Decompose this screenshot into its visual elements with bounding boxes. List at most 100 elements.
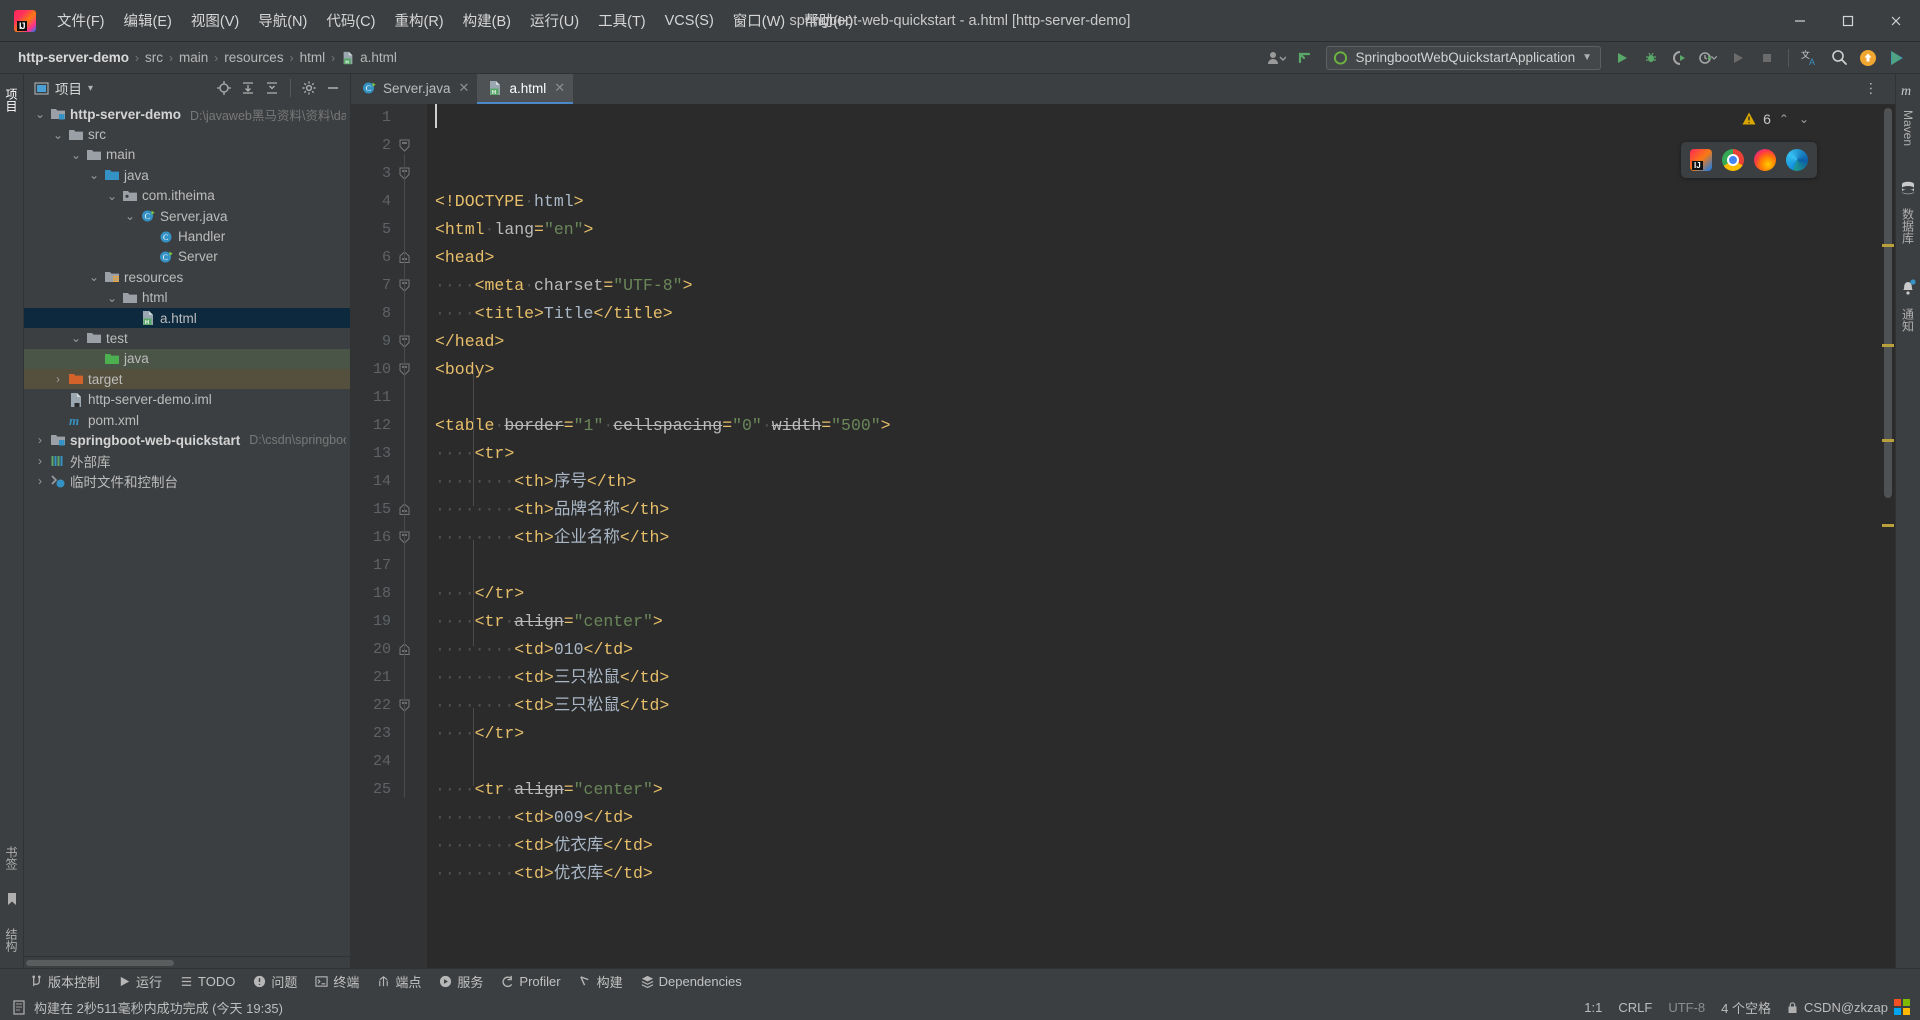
chevron-right-icon[interactable]: › — [52, 372, 64, 386]
code-line[interactable] — [435, 552, 1881, 580]
breadcrumb-item[interactable]: http-server-demo — [14, 49, 133, 66]
code-line[interactable]: ········<td>010</td> — [435, 636, 1881, 664]
code-line[interactable]: ········<th>品牌名称</th> — [435, 496, 1881, 524]
tool-window-tab-structure[interactable]: 结构 — [1, 920, 22, 960]
editor-tab[interactable]: Ha.html ✕ — [477, 74, 574, 104]
line-number[interactable]: 19 — [351, 608, 427, 636]
line-number[interactable]: 23 — [351, 720, 427, 748]
inspection-widget[interactable]: 6 ⌃ ⌄ — [1735, 108, 1817, 130]
editor-tab[interactable]: C Server.java ✕ — [351, 74, 477, 104]
tree-item[interactable]: ⌄ src — [24, 124, 350, 144]
tool-window-tab-database[interactable]: 数据库 — [1899, 202, 1918, 250]
code-line[interactable]: ········<td>三只松鼠</td> — [435, 664, 1881, 692]
user-avatar-icon[interactable] — [1263, 46, 1289, 70]
tool-window-tab-maven[interactable]: Maven — [1900, 104, 1916, 152]
chevron-down-icon[interactable]: ⌄ — [88, 270, 100, 284]
tree-item[interactable]: ⌄ html — [24, 288, 350, 308]
tree-item[interactable]: Ha.html — [24, 307, 350, 329]
tool-window-button[interactable]: 问题 — [245, 970, 305, 993]
menu-build[interactable]: 构建(B) — [454, 6, 520, 35]
line-number[interactable]: 2 — [351, 132, 427, 160]
line-number[interactable]: 12 — [351, 412, 427, 440]
code-line[interactable]: ····<tr> — [435, 440, 1881, 468]
chevron-down-icon[interactable]: ⌄ — [106, 189, 118, 203]
tree-item[interactable]: › 外部库 — [24, 451, 350, 471]
line-number[interactable]: 7 — [351, 272, 427, 300]
profiler-button[interactable] — [1696, 46, 1722, 70]
code-line[interactable]: ····<tr·align="center"> — [435, 608, 1881, 636]
breadcrumb-item[interactable]: src — [141, 49, 167, 66]
fold-start-icon[interactable] — [398, 139, 411, 152]
chevron-down-icon[interactable]: ⌄ — [34, 107, 46, 121]
chevron-down-icon[interactable]: ▾ — [88, 83, 93, 94]
tree-item[interactable]: ⌄ http-server-demo D:\javaweb黑马资料\资料\day — [24, 104, 350, 124]
chevron-right-icon[interactable]: › — [34, 433, 46, 447]
lock-icon[interactable] — [1787, 1001, 1798, 1014]
tree-item[interactable]: ⌄ main — [24, 145, 350, 165]
tree-item[interactable]: http-server-demo.iml — [24, 389, 350, 409]
tool-window-tab-bookmarks[interactable]: 书签 — [1, 838, 22, 878]
code-line[interactable]: </head> — [435, 328, 1881, 356]
chevron-down-icon[interactable]: ⌄ — [52, 128, 64, 142]
indent-setting[interactable]: 4 个空格 — [1721, 998, 1771, 1017]
menu-help[interactable]: 帮助(H) — [795, 6, 862, 35]
code-line[interactable]: ········<td>三只松鼠</td> — [435, 692, 1881, 720]
tool-window-button[interactable]: 终端 — [307, 970, 367, 993]
chevron-down-icon[interactable]: ⌄ — [106, 291, 118, 305]
search-everywhere-icon[interactable] — [1826, 46, 1852, 70]
menu-view[interactable]: 视图(V) — [182, 6, 248, 35]
update-icon[interactable] — [1855, 46, 1881, 70]
code-editor[interactable]: 1 2 3 4 5 6 7 8 9 10 11 12 13 14 15 16 17 18 19 20 21 22 23 24 2… — [351, 104, 1895, 968]
run-with-coverage-button[interactable] — [1667, 46, 1693, 70]
tool-window-button[interactable]: 服务 — [431, 970, 491, 993]
tree-item[interactable]: › 临时文件和控制台 — [24, 471, 350, 491]
tree-item[interactable]: ⌄ resources — [24, 267, 350, 287]
run-button[interactable] — [1609, 46, 1635, 70]
code-line[interactable]: <html·lang="en"> — [435, 216, 1881, 244]
chevron-right-icon[interactable]: › — [34, 474, 46, 488]
line-number[interactable]: 8 — [351, 300, 427, 328]
run-configuration-selector[interactable]: SpringbootWebQuickstartApplication ▼ — [1326, 45, 1601, 70]
stop-button[interactable] — [1754, 46, 1780, 70]
code-line[interactable]: ····<tr·align="center"> — [435, 776, 1881, 804]
vcs-branch[interactable]: CSDN@zkzap — [1804, 1000, 1888, 1015]
line-number-gutter[interactable]: 1 2 3 4 5 6 7 8 9 10 11 12 13 14 15 16 17 18 19 20 21 22 23 24 2… — [351, 104, 427, 968]
tree-item[interactable]: ⌄ test — [24, 328, 350, 348]
tree-item[interactable]: java — [24, 348, 350, 370]
hide-panel-icon[interactable] — [322, 77, 344, 99]
breadcrumb-item[interactable]: main — [175, 49, 212, 66]
tool-window-button[interactable]: 构建 — [571, 970, 631, 993]
close-icon[interactable]: ✕ — [554, 80, 565, 96]
tool-window-tab-project[interactable]: 项目 — [1, 80, 22, 120]
line-number[interactable]: 20 — [351, 636, 427, 664]
tree-item[interactable]: ⌄ java — [24, 165, 350, 185]
line-number[interactable]: 16 — [351, 524, 427, 552]
rerun-button[interactable] — [1725, 46, 1751, 70]
code-line[interactable]: ····</tr> — [435, 720, 1881, 748]
close-icon[interactable]: ✕ — [459, 80, 470, 96]
menu-tools[interactable]: 工具(T) — [589, 6, 655, 35]
chrome-icon[interactable] — [1722, 149, 1744, 171]
code-line[interactable] — [435, 384, 1881, 412]
debug-button[interactable] — [1638, 46, 1664, 70]
tool-window-button[interactable]: 运行 — [110, 970, 170, 993]
tool-window-button[interactable]: 版本控制 — [22, 970, 108, 993]
close-button[interactable] — [1872, 0, 1920, 42]
code-line[interactable]: <!DOCTYPE·html> — [435, 188, 1881, 216]
previous-problem-icon[interactable]: ⌃ — [1777, 112, 1791, 126]
line-number[interactable]: 21 — [351, 664, 427, 692]
breadcrumb-file[interactable]: Ha.html — [337, 49, 401, 66]
menu-vcs[interactable]: VCS(S) — [656, 9, 723, 33]
project-horizontal-scrollbar[interactable] — [24, 956, 350, 968]
menu-window[interactable]: 窗口(W) — [724, 6, 794, 35]
tree-item[interactable]: m pom.xml — [24, 410, 350, 430]
tool-window-button[interactable]: Profiler — [493, 972, 568, 991]
tree-item[interactable]: C Server — [24, 247, 350, 267]
line-number[interactable]: 13 — [351, 440, 427, 468]
code-line[interactable]: ········<td>009</td> — [435, 804, 1881, 832]
status-message[interactable]: 构建在 2秒511毫秒内成功完成 (今天 19:35) — [34, 998, 283, 1017]
tree-item[interactable]: › target — [24, 369, 350, 390]
code-line[interactable]: ····</tr> — [435, 580, 1881, 608]
browser-preview-popup[interactable]: IJ — [1681, 142, 1817, 178]
menu-code[interactable]: 代码(C) — [317, 6, 384, 35]
